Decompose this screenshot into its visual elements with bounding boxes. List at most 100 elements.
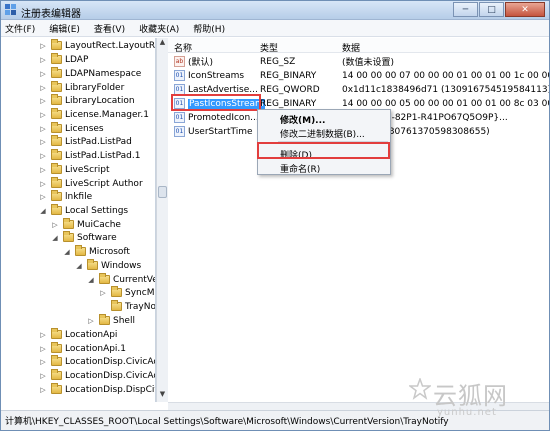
tree-item[interactable]: ▷ LayoutRect.LayoutRect. [39, 39, 155, 52]
tree-item-label: MuiCache [77, 219, 121, 230]
collapse-icon[interactable]: ◢ [51, 234, 59, 242]
folder-icon [51, 342, 62, 353]
tree-item[interactable]: ▷ ListPad.ListPad [39, 135, 132, 148]
folder-icon [51, 177, 62, 188]
tree-item[interactable]: ▷ LDAPNamespace [39, 67, 141, 80]
tree-item[interactable]: ▷ Licenses [39, 122, 104, 135]
close-button[interactable]: ✕ [505, 2, 545, 17]
expand-icon[interactable]: ▷ [39, 166, 47, 174]
tree-item[interactable]: ◢ Microsoft [63, 245, 130, 258]
expand-icon[interactable]: ▷ [39, 56, 47, 64]
tree-item[interactable]: ▷ LibraryLocation [39, 94, 135, 107]
window-title: 注册表编辑器 [21, 9, 81, 20]
tree-item[interactable]: ◢ Local Settings [39, 204, 128, 217]
window-controls: ─ □ ✕ [452, 2, 545, 18]
tree-item[interactable]: ▷ lnkfile [39, 190, 92, 203]
expand-icon[interactable]: ▷ [39, 97, 47, 105]
tree-item-label: LocationDisp.DispCivic [65, 384, 155, 395]
expand-icon[interactable]: ▷ [39, 138, 47, 146]
value-row[interactable]: ab (默认) REG_SZ (数值未设置) [168, 55, 549, 68]
scroll-down-icon[interactable]: ▼ [157, 390, 168, 401]
registry-path: 计算机\HKEY_CLASSES_ROOT\Local Settings\Sof… [5, 417, 449, 427]
tree-item[interactable]: ▷ LocationApi [39, 328, 117, 341]
folder-icon [99, 273, 110, 284]
tree-item[interactable]: ▷ LDAP [39, 53, 88, 66]
value-name: PromotedIcon... [188, 112, 259, 123]
expand-icon[interactable]: ▷ [39, 84, 47, 92]
tree-item-label: Microsoft [89, 246, 130, 257]
menu-help[interactable]: 帮助(H) [193, 22, 225, 35]
highlight-box-value [171, 94, 261, 111]
tree-item[interactable]: ▷ ListPad.ListPad.1 [39, 149, 140, 162]
tree-item-traynotify[interactable]: TrayNo [99, 300, 155, 313]
folder-icon [51, 81, 62, 92]
tree-item[interactable]: ◢ Windows [75, 259, 141, 272]
tree-item-label: lnkfile [65, 191, 93, 202]
scroll-up-icon[interactable]: ▲ [157, 38, 168, 49]
folder-icon [75, 245, 86, 256]
expand-icon[interactable]: ▷ [39, 358, 47, 366]
expand-icon[interactable]: ▷ [87, 317, 95, 325]
expand-icon[interactable]: ▷ [39, 152, 47, 160]
expand-icon[interactable]: ▷ [39, 372, 47, 380]
folder-icon [51, 190, 62, 201]
collapse-icon[interactable]: ◢ [39, 207, 47, 215]
value-row[interactable]: 01 IconStreams REG_BINARY 14 00 00 00 07 … [168, 69, 549, 82]
tree-item[interactable]: ▷ LocationDisp.DispCivic [39, 383, 155, 396]
expand-icon[interactable]: ▷ [39, 386, 47, 394]
menu-file[interactable]: 文件(F) [5, 22, 35, 35]
column-type[interactable]: 类型 [260, 41, 278, 54]
scrollbar-thumb[interactable] [158, 186, 167, 198]
menu-edit[interactable]: 编辑(E) [49, 22, 80, 35]
collapse-icon[interactable]: ◢ [87, 276, 95, 284]
star-logo-icon [409, 378, 431, 400]
column-data[interactable]: 数据 [342, 41, 360, 54]
expand-icon[interactable]: ▷ [99, 289, 107, 297]
expand-icon[interactable]: ▷ [39, 345, 47, 353]
expand-icon[interactable]: ▷ [51, 221, 59, 229]
minimize-button[interactable]: ─ [453, 2, 478, 17]
tree-item[interactable]: ▷ LocationApi.1 [39, 342, 126, 355]
menu-rename[interactable]: 重命名(R) [280, 162, 320, 175]
watermark-url: yunhu.net [437, 407, 497, 418]
binary-value-icon: 01 [174, 112, 185, 123]
registry-app-icon [5, 4, 16, 15]
expand-icon[interactable]: ▷ [39, 193, 47, 201]
collapse-icon[interactable]: ◢ [63, 248, 71, 256]
menu-modify[interactable]: 修改(M)... [280, 113, 325, 126]
tree-item-label: LiveScript [65, 164, 110, 175]
tree-item[interactable]: ▷ LiveScript Author [39, 177, 143, 190]
folder-icon [99, 314, 110, 325]
tree-item-label: LayoutRect.LayoutRect. [65, 40, 155, 51]
tree-vertical-scrollbar[interactable]: ▲ ▼ [156, 38, 168, 402]
tree-item[interactable]: ▷ SyncM [99, 286, 154, 299]
value-data: 0x1d11c1838496d71 (130916754519584113) [342, 84, 549, 95]
tree-item-label: License.Manager.1 [65, 109, 150, 120]
tree-item[interactable]: ◢ Software [51, 231, 117, 244]
tree-item[interactable]: ▷ MuiCache [51, 218, 121, 231]
maximize-button[interactable]: □ [479, 2, 504, 17]
tree-item[interactable]: ◢ CurrentVe [87, 273, 155, 286]
tree-item[interactable]: ▷ LiveScript [39, 163, 109, 176]
folder-icon [51, 163, 62, 174]
tree-item-label: LocationApi [65, 329, 118, 340]
tree-item[interactable]: ▷ LocationDisp.CivicAddr [39, 355, 155, 368]
menu-view[interactable]: 查看(V) [94, 22, 125, 35]
expand-icon[interactable]: ▷ [39, 42, 47, 50]
tree-item[interactable]: ▷ LibraryFolder [39, 81, 124, 94]
menu-favorites[interactable]: 收藏夹(A) [139, 22, 179, 35]
expand-icon[interactable]: ▷ [39, 180, 47, 188]
folder-icon [87, 259, 98, 270]
expand-icon[interactable]: ▷ [39, 70, 47, 78]
tree-item-label: Windows [101, 260, 142, 271]
tree-item[interactable]: ▷ License.Manager.1 [39, 108, 149, 121]
expand-icon[interactable]: ▷ [39, 125, 47, 133]
collapse-icon[interactable]: ◢ [75, 262, 83, 270]
column-header: 名称 类型 数据 [168, 38, 549, 54]
expand-icon[interactable]: ▷ [39, 111, 47, 119]
tree-item[interactable]: ▷ LocationDisp.CivicAddr [39, 369, 155, 382]
menu-modify-binary[interactable]: 修改二进制数据(B)... [280, 127, 365, 140]
tree-item[interactable]: ▷ Shell [87, 314, 135, 327]
expand-icon[interactable]: ▷ [39, 331, 47, 339]
column-name[interactable]: 名称 [174, 41, 192, 54]
